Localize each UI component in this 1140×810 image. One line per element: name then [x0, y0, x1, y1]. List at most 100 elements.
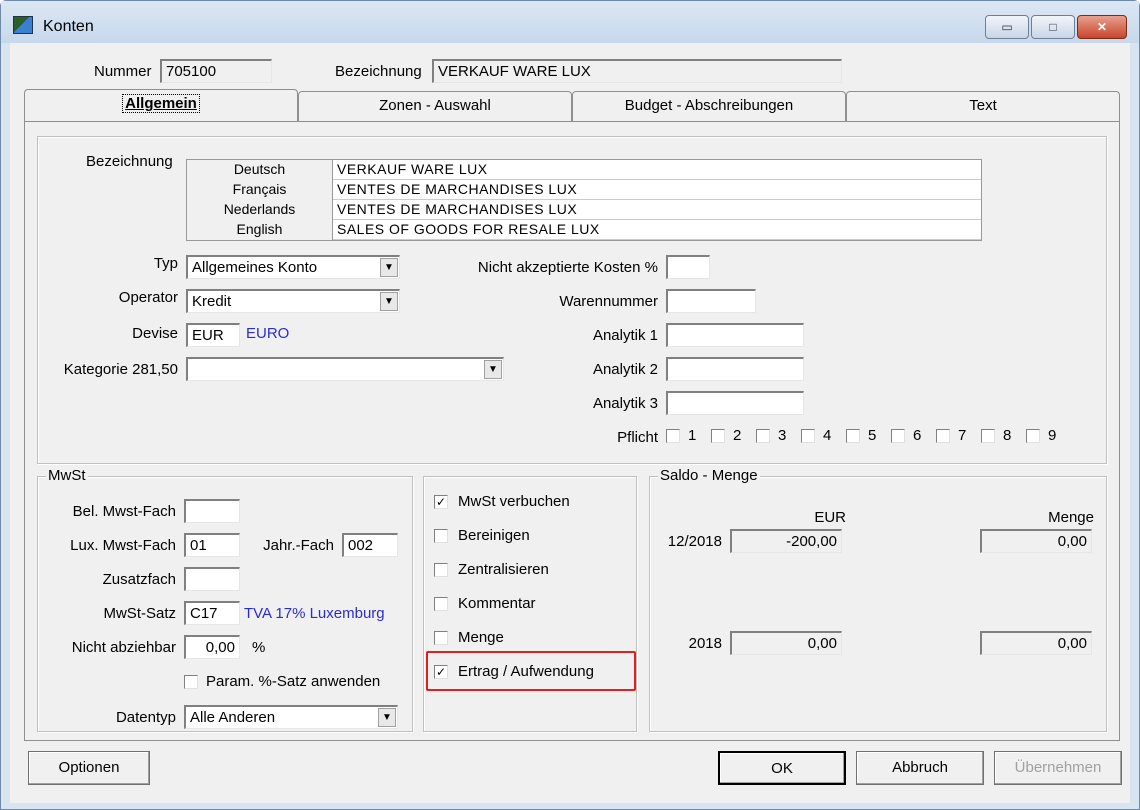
mwst-satz-label: MwSt-Satz [103, 605, 176, 622]
pflicht-checkbox-1[interactable] [666, 429, 680, 443]
zusatzfach-label: Zusatzfach [102, 571, 176, 588]
nicht-akzeptierte-kosten-label: Nicht akzeptierte Kosten % [477, 259, 658, 276]
dropdown-arrow-icon[interactable]: ▼ [380, 258, 398, 277]
language-row[interactable]: Français VENTES DE MARCHANDISES LUX [187, 180, 981, 200]
zentralisieren-label: Zentralisieren [458, 561, 549, 578]
dialog-client: Nummer 705100 Bezeichnung VERKAUF WARE L… [10, 43, 1130, 803]
language-name: Nederlands [187, 200, 333, 220]
app-icon [13, 16, 33, 34]
warennummer-label: Warennummer [559, 293, 658, 310]
options-group: ✓ MwSt verbuchen Bereinigen Zentralisier… [423, 476, 637, 732]
saldo-menge-group-title: Saldo - Menge [658, 467, 760, 484]
dropdown-arrow-icon[interactable]: ▼ [380, 292, 398, 311]
zusatzfach-field[interactable] [184, 567, 240, 591]
year-eur-field: 0,00 [730, 631, 842, 655]
nummer-field[interactable]: 705100 [160, 59, 272, 83]
nicht-akzeptierte-kosten-field[interactable] [666, 255, 710, 279]
kategorie-label: Kategorie 281,50 [63, 361, 178, 378]
devise-label: Devise [132, 325, 178, 342]
pflicht-label-6: 6 [913, 427, 922, 444]
minimize-button[interactable]: ▭ [985, 15, 1029, 39]
jahr-fach-label: Jahr.-Fach [263, 537, 334, 554]
optionen-button[interactable]: Optionen [28, 751, 150, 785]
year-label: 2018 [688, 635, 722, 652]
param-satz-label: Param. %-Satz anwenden [206, 673, 381, 690]
language-value: VENTES DE MARCHANDISES LUX [337, 201, 578, 217]
zentralisieren-checkbox[interactable] [434, 563, 448, 577]
pflicht-label: Pflicht [617, 429, 658, 446]
jahr-fach-field[interactable]: 002 [342, 533, 398, 557]
kommentar-checkbox[interactable] [434, 597, 448, 611]
saldo-menge-field: 0,00 [980, 529, 1092, 553]
period-label: 12/2018 [667, 533, 722, 550]
bel-mwst-fach-field[interactable] [184, 499, 240, 523]
language-name: Français [187, 180, 333, 200]
tab-allgemein[interactable]: Allgemein [24, 89, 298, 121]
bezeichnung-header-field[interactable]: VERKAUF WARE LUX [432, 59, 842, 83]
typ-select[interactable]: Allgemeines Konto ▼ [186, 255, 400, 279]
eur-header: EUR [814, 509, 846, 526]
tab-text[interactable]: Text [846, 91, 1120, 121]
warennummer-field[interactable] [666, 289, 756, 313]
language-table: Deutsch VERKAUF WARE LUX Français VENTES… [186, 159, 982, 241]
bereinigen-checkbox[interactable] [434, 529, 448, 543]
devise-field[interactable]: EUR [186, 323, 240, 347]
pflicht-label-5: 5 [868, 427, 877, 444]
language-value: SALES OF GOODS FOR RESALE LUX [337, 221, 600, 237]
mwst-satz-field[interactable]: C17 [184, 601, 240, 625]
tab-zonen-auswahl[interactable]: Zonen - Auswahl [298, 91, 572, 121]
operator-select[interactable]: Kredit ▼ [186, 289, 400, 313]
typ-label: Typ [153, 255, 178, 272]
language-name: English [187, 220, 333, 240]
pflicht-checkbox-2[interactable] [711, 429, 725, 443]
typ-value: Allgemeines Konto [192, 259, 318, 276]
pflicht-checkbox-6[interactable] [891, 429, 905, 443]
pflicht-checkbox-4[interactable] [801, 429, 815, 443]
lux-mwst-fach-field[interactable]: 01 [184, 533, 240, 557]
mwst-verbuchen-label: MwSt verbuchen [458, 493, 570, 510]
language-row[interactable]: Deutsch VERKAUF WARE LUX [187, 160, 981, 180]
pflicht-checkbox-9[interactable] [1026, 429, 1040, 443]
mwst-verbuchen-checkbox[interactable]: ✓ [434, 495, 448, 509]
mwst-group: MwSt Bel. Mwst-Fach Lux. Mwst-Fach 01 Ja… [37, 467, 413, 732]
dropdown-arrow-icon[interactable]: ▼ [378, 708, 396, 727]
pflicht-checkbox-7[interactable] [936, 429, 950, 443]
language-name: Deutsch [187, 160, 333, 180]
operator-value: Kredit [192, 293, 232, 310]
pflicht-label-9: 9 [1048, 427, 1057, 444]
nicht-abziehbar-field[interactable]: 0,00 [184, 635, 240, 659]
abbruch-button[interactable]: Abbruch [856, 751, 984, 785]
ok-button[interactable]: OK [718, 751, 846, 785]
language-row[interactable]: Nederlands VENTES DE MARCHANDISES LUX [187, 200, 981, 220]
mwst-group-title: MwSt [46, 467, 88, 484]
pflicht-label-2: 2 [733, 427, 742, 444]
mwst-satz-name: TVA 17% Luxemburg [244, 605, 385, 622]
bel-mwst-fach-label: Bel. Mwst-Fach [72, 503, 176, 520]
bereinigen-label: Bereinigen [458, 527, 530, 544]
window-title: Konten [43, 18, 94, 35]
analytik-2-field[interactable] [666, 357, 804, 381]
analytik-3-field[interactable] [666, 391, 804, 415]
pflicht-checkbox-3[interactable] [756, 429, 770, 443]
menge-checkbox[interactable] [434, 631, 448, 645]
pflicht-checkbox-5[interactable] [846, 429, 860, 443]
menge-label: Menge [458, 629, 504, 646]
saldo-menge-group: Saldo - Menge EUR Menge 12/2018 -200,00 … [649, 467, 1107, 732]
tab-panel-allgemein: Bezeichnung Deutsch VERKAUF WARE LUX Fra… [24, 121, 1120, 741]
pflicht-label-1: 1 [688, 427, 697, 444]
close-button[interactable]: ✕ [1077, 15, 1127, 39]
datentyp-select[interactable]: Alle Anderen ▼ [184, 705, 398, 729]
menge-header: Menge [1048, 509, 1094, 526]
tab-budget-abschreibungen[interactable]: Budget - Abschreibungen [572, 91, 846, 121]
devise-name: EURO [246, 325, 290, 342]
uebernehmen-button[interactable]: Übernehmen [994, 751, 1122, 785]
maximize-button[interactable]: □ [1031, 15, 1075, 39]
title-bar[interactable]: Konten ▭ □ ✕ [1, 1, 1139, 43]
general-group: Bezeichnung Deutsch VERKAUF WARE LUX Fra… [37, 136, 1107, 464]
analytik-1-field[interactable] [666, 323, 804, 347]
param-satz-checkbox[interactable] [184, 675, 198, 689]
pflicht-checkbox-8[interactable] [981, 429, 995, 443]
language-value: VERKAUF WARE LUX [337, 161, 488, 177]
language-row[interactable]: English SALES OF GOODS FOR RESALE LUX [187, 220, 981, 240]
datentyp-value: Alle Anderen [190, 709, 276, 726]
